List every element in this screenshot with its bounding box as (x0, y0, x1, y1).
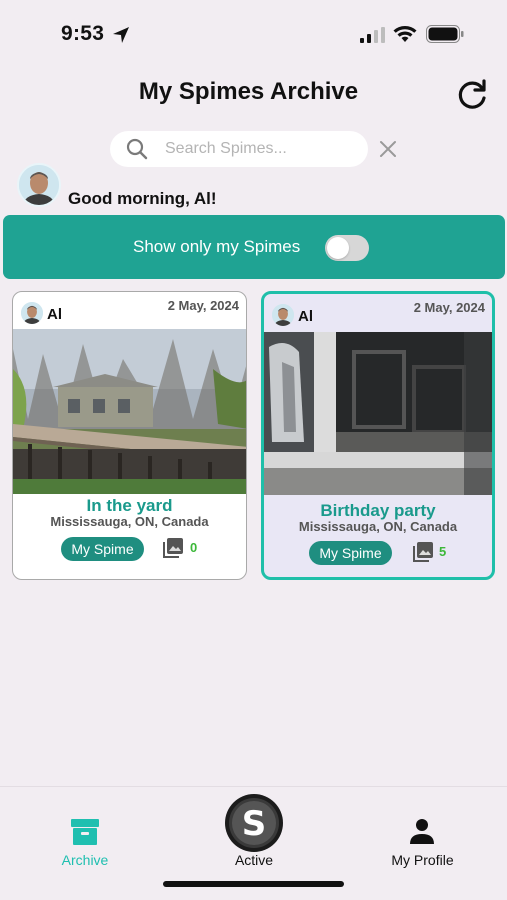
card-date: 2 May, 2024 (413, 300, 485, 315)
photo-gallery-icon[interactable] (162, 537, 184, 559)
card-photo (13, 329, 246, 494)
owner-avatar (272, 304, 294, 326)
card-date: 2 May, 2024 (167, 298, 239, 313)
spime-logo-icon: S (225, 794, 283, 852)
signal-icon (360, 27, 385, 43)
page-title: My Spimes Archive (138, 78, 359, 105)
battery-icon (426, 25, 464, 43)
home-indicator[interactable] (163, 881, 344, 887)
toggle-knob (327, 237, 349, 259)
nav-label: Archive (61, 852, 109, 868)
photo-count: 0 (190, 540, 198, 555)
status-bar: 9:53 (0, 0, 507, 70)
nav-my-profile[interactable]: My Profile (380, 787, 465, 887)
location-arrow-icon (113, 27, 129, 43)
card-owner: Al (47, 306, 62, 323)
nav-archive[interactable]: Archive (50, 787, 120, 887)
card-title: Birthday party (320, 501, 436, 520)
search-input[interactable] (165, 136, 360, 162)
card-title: In the yard (86, 496, 173, 515)
avatar-face-icon (19, 165, 59, 205)
close-icon[interactable] (378, 139, 398, 159)
filter-label: Show only my Spimes (133, 237, 301, 256)
my-spime-badge[interactable]: My Spime (309, 541, 392, 565)
owner-avatar (21, 302, 43, 324)
my-spimes-toggle[interactable] (325, 235, 369, 261)
greeting-text: Good morning, Al! (68, 189, 217, 208)
search-icon (126, 138, 148, 160)
status-time: 9:53 (61, 22, 105, 45)
card-photo (264, 332, 492, 495)
search-bar (110, 131, 368, 167)
archive-box-icon (71, 819, 99, 845)
wifi-icon (393, 26, 417, 42)
card-owner: Al (298, 308, 313, 325)
nav-label: My Profile (391, 852, 454, 868)
spime-card[interactable]: Al 2 May, 2024 Birthday party Mississaug… (261, 291, 495, 580)
photo-count: 5 (439, 544, 447, 559)
nav-active[interactable]: S Active (214, 787, 294, 887)
card-location: Mississauga, ON, Canada (50, 514, 209, 529)
spime-card[interactable]: Al 2 May, 2024 In the yard Mississauga, … (12, 291, 247, 580)
filter-banner: Show only my Spimes (3, 215, 505, 279)
photo-gallery-icon[interactable] (412, 541, 434, 563)
refresh-icon[interactable] (453, 76, 491, 114)
card-location: Mississauga, ON, Canada (298, 519, 458, 534)
user-avatar[interactable] (17, 163, 61, 207)
svg-text:S: S (242, 804, 267, 844)
my-spime-badge[interactable]: My Spime (61, 537, 144, 561)
nav-label: Active (234, 852, 274, 868)
person-icon (410, 819, 434, 844)
